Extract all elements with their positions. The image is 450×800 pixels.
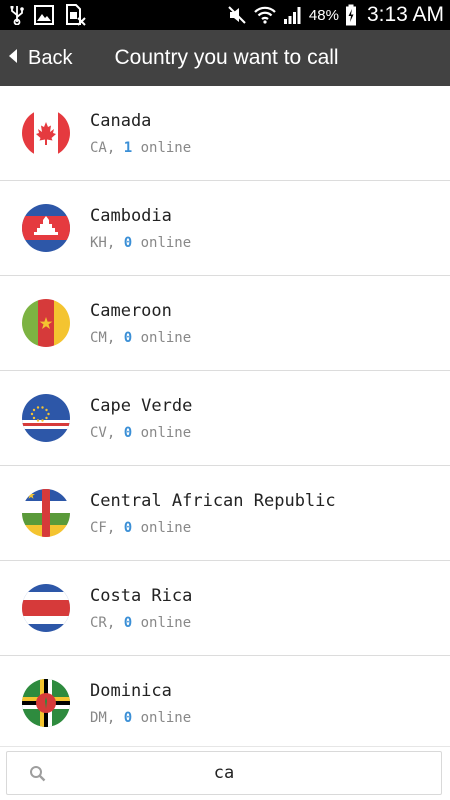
country-name: Cambodia <box>90 205 172 226</box>
country-code: CF <box>90 519 107 536</box>
battery-percent: 48% <box>308 6 339 24</box>
country-name: Costa Rica <box>90 585 193 606</box>
country-code: CM <box>90 329 107 346</box>
image-icon <box>34 5 54 25</box>
country-code: DM <box>90 709 107 726</box>
country-code: CR <box>90 614 107 631</box>
online-label: online <box>132 424 192 441</box>
country-online-status: DM, 0 online <box>90 710 191 726</box>
separator: , <box>106 614 124 631</box>
online-count: 0 <box>123 614 133 631</box>
online-label: online <box>132 234 192 251</box>
search-icon <box>29 765 46 787</box>
online-count: 0 <box>123 234 133 251</box>
online-label: online <box>132 139 192 156</box>
status-bar-right: 48% 3:13 AM <box>227 3 444 27</box>
country-list[interactable]: Canada CA, 1 online Cambodia KH, 0 onlin… <box>0 86 450 746</box>
online-label: online <box>132 614 192 631</box>
status-bar-left <box>10 4 86 26</box>
country-row-costa-rica[interactable]: Costa Rica CR, 0 online <box>0 561 450 656</box>
back-label: Back <box>28 46 73 69</box>
row-text: Costa Rica CR, 0 online <box>90 586 192 631</box>
country-row-cambodia[interactable]: Cambodia KH, 0 online <box>0 181 450 276</box>
search-box[interactable] <box>6 751 442 795</box>
search-bar <box>0 746 450 800</box>
country-row-dominica[interactable]: Dominica DM, 0 online <box>0 656 450 746</box>
country-name: Central African Republic <box>90 490 336 511</box>
country-name: Cape Verde <box>90 395 193 416</box>
back-arrow-icon <box>8 48 18 68</box>
country-row-cameroon[interactable]: Cameroon CM, 0 online <box>0 276 450 371</box>
action-bar: Back Country you want to call <box>0 30 450 86</box>
cape-verde-flag-icon <box>22 394 70 442</box>
clock: 3:13 AM <box>366 3 444 26</box>
page-title: Country you want to call <box>114 46 339 69</box>
cambodia-flag-icon <box>22 204 70 252</box>
country-code: CV <box>90 424 107 441</box>
separator: , <box>106 329 124 346</box>
row-text: Cambodia KH, 0 online <box>90 206 191 251</box>
country-online-status: KH, 0 online <box>90 235 191 251</box>
country-code: CA <box>90 139 107 156</box>
mute-icon <box>227 5 247 25</box>
country-row-cape-verde[interactable]: Cape Verde CV, 0 online <box>0 371 450 466</box>
separator: , <box>106 139 124 156</box>
cameroon-flag-icon <box>22 299 70 347</box>
online-label: online <box>132 329 192 346</box>
row-text: Canada CA, 1 online <box>90 111 191 156</box>
canada-flag-icon <box>22 109 70 157</box>
online-count: 0 <box>123 709 133 726</box>
row-text: Cape Verde CV, 0 online <box>90 396 192 441</box>
separator: , <box>106 424 124 441</box>
separator: , <box>106 709 124 726</box>
country-name: Canada <box>90 110 152 131</box>
signal-icon <box>283 5 303 25</box>
back-button[interactable]: Back <box>0 30 86 86</box>
battery-charging-icon <box>345 4 357 26</box>
country-name: Dominica <box>90 680 172 701</box>
usb-icon <box>10 5 24 25</box>
wifi-icon <box>253 5 277 25</box>
country-row-central-african-republic[interactable]: Central African Republic CF, 0 online <box>0 466 450 561</box>
online-count: 0 <box>123 519 133 536</box>
country-online-status: CV, 0 online <box>90 425 192 441</box>
country-online-status: CM, 0 online <box>90 330 191 346</box>
country-online-status: CF, 0 online <box>90 520 336 536</box>
online-count: 0 <box>123 329 133 346</box>
separator: , <box>106 234 124 251</box>
online-count: 1 <box>123 139 133 156</box>
row-text: Cameroon CM, 0 online <box>90 301 191 346</box>
status-bar: 48% 3:13 AM <box>0 0 450 30</box>
country-code: KH <box>90 234 107 251</box>
online-label: online <box>132 519 192 536</box>
separator: , <box>106 519 124 536</box>
country-online-status: CR, 0 online <box>90 615 192 631</box>
row-text: Central African Republic CF, 0 online <box>90 491 336 536</box>
search-input[interactable] <box>7 752 441 794</box>
country-row-canada[interactable]: Canada CA, 1 online <box>0 86 450 181</box>
country-online-status: CA, 1 online <box>90 140 191 156</box>
costa-rica-flag-icon <box>22 584 70 632</box>
sim-off-icon <box>64 4 86 26</box>
dominica-flag-icon <box>22 679 70 727</box>
central-african-republic-flag-icon <box>22 489 70 537</box>
country-name: Cameroon <box>90 300 172 321</box>
online-count: 0 <box>123 424 133 441</box>
online-label: online <box>132 709 192 726</box>
row-text: Dominica DM, 0 online <box>90 681 191 726</box>
